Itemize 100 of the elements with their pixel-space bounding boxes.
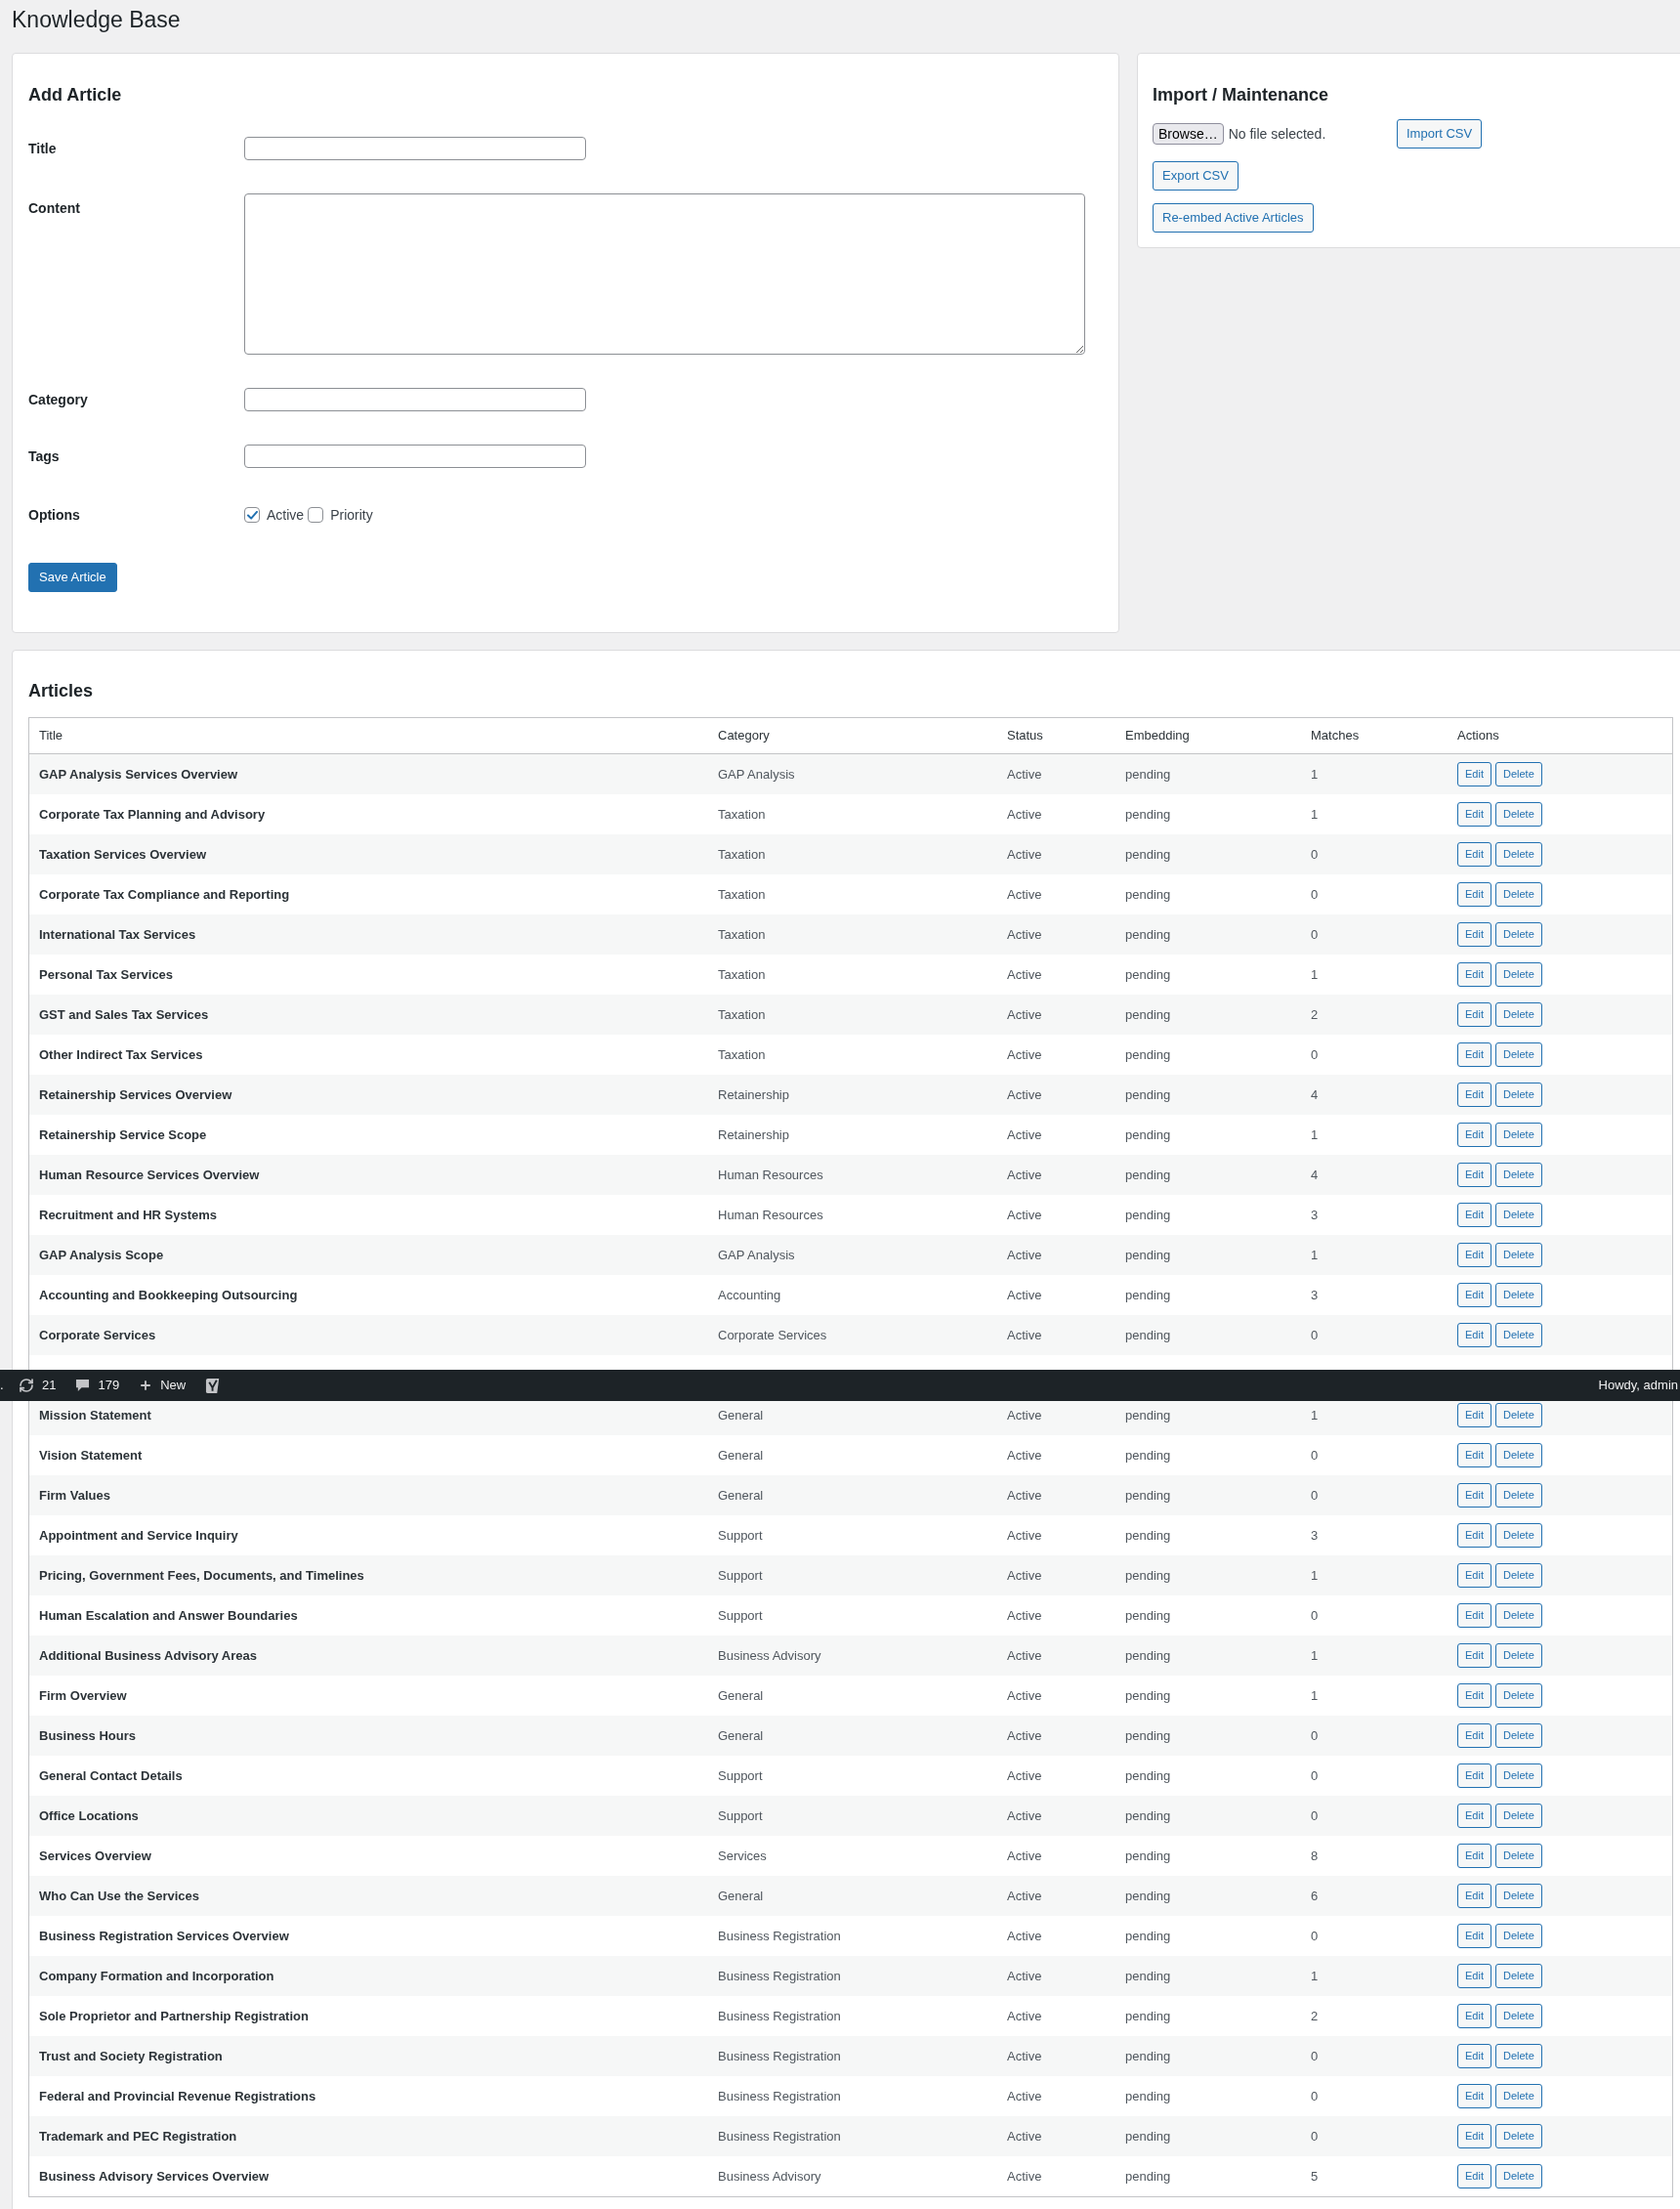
delete-button[interactable]: Delete (1494, 1683, 1542, 1708)
edit-button[interactable]: Edit (1457, 882, 1491, 907)
edit-button[interactable]: Edit (1457, 1283, 1491, 1307)
edit-button[interactable]: Edit (1457, 1002, 1491, 1027)
edit-button[interactable]: Edit (1457, 1483, 1491, 1508)
delete-button[interactable]: Delete (1494, 1403, 1542, 1427)
edit-button[interactable]: Edit (1457, 1683, 1491, 1708)
embedding-status: pending (1124, 1726, 1172, 1745)
edit-button[interactable]: Edit (1457, 2004, 1491, 2028)
account-greeting[interactable]: Howdy, admin (1598, 1376, 1680, 1395)
delete-button[interactable]: Delete (1494, 1964, 1542, 1988)
edit-button[interactable]: Edit (1457, 1243, 1491, 1267)
checkbox-label[interactable]: Active (267, 504, 305, 526)
edit-button[interactable]: Edit (1457, 1924, 1491, 1948)
delete-button[interactable]: Delete (1494, 1523, 1542, 1548)
delete-button[interactable]: Delete (1494, 1723, 1542, 1748)
delete-button[interactable]: Delete (1494, 1243, 1542, 1267)
delete-button[interactable]: Delete (1494, 762, 1542, 786)
edit-button[interactable]: Edit (1457, 1083, 1491, 1107)
browse-button[interactable]: Browse… (1153, 123, 1224, 145)
article-title: Pricing, Government Fees, Documents, and Timelines (38, 1566, 365, 1585)
delete-button[interactable]: Delete (1494, 962, 1542, 987)
match-count: 2 (1310, 1005, 1320, 1024)
delete-button[interactable]: Delete (1494, 1042, 1542, 1067)
edit-button[interactable]: Edit (1457, 1763, 1491, 1788)
edit-button[interactable]: Edit (1457, 2044, 1491, 2068)
edit-button[interactable]: Edit (1457, 1523, 1491, 1548)
updates-link[interactable]: 21 (9, 1370, 66, 1401)
embedding-status: pending (1124, 1486, 1172, 1505)
edit-button[interactable]: Edit (1457, 1844, 1491, 1868)
delete-button[interactable]: Delete (1494, 1443, 1542, 1467)
delete-button[interactable]: Delete (1494, 2164, 1542, 2188)
edit-button[interactable]: Edit (1457, 962, 1491, 987)
delete-button[interactable]: Delete (1494, 1483, 1542, 1508)
delete-button[interactable]: Delete (1494, 1083, 1542, 1107)
import-button[interactable]: Import CSV (1397, 119, 1483, 149)
delete-button[interactable]: Delete (1494, 1804, 1542, 1828)
delete-button[interactable]: Delete (1494, 1603, 1542, 1628)
category-text: Business Registration (717, 2047, 842, 2065)
match-count: 4 (1310, 1166, 1320, 1184)
column-header: Matches (1310, 727, 1361, 745)
text-field[interactable] (244, 388, 586, 411)
delete-button[interactable]: Delete (1494, 1763, 1542, 1788)
site-name-fragment[interactable]: . (0, 1376, 9, 1395)
delete-button[interactable]: Delete (1494, 922, 1542, 947)
edit-button[interactable]: Edit (1457, 1643, 1491, 1668)
edit-button[interactable]: Edit (1457, 1403, 1491, 1427)
edit-button[interactable]: Edit (1457, 922, 1491, 947)
edit-button[interactable]: Edit (1457, 762, 1491, 786)
match-count: 1 (1310, 765, 1320, 784)
edit-button[interactable]: Edit (1457, 1723, 1491, 1748)
delete-button[interactable]: Delete (1494, 1123, 1542, 1147)
text-field[interactable] (244, 137, 586, 160)
edit-button[interactable]: Edit (1457, 1964, 1491, 1988)
delete-button[interactable]: Delete (1494, 842, 1542, 867)
delete-button[interactable]: Delete (1494, 1643, 1542, 1668)
delete-button[interactable]: Delete (1494, 882, 1542, 907)
edit-button[interactable]: Edit (1457, 802, 1491, 827)
export-button[interactable]: Export CSV (1153, 161, 1239, 191)
delete-button[interactable]: Delete (1494, 1203, 1542, 1227)
edit-button[interactable]: Edit (1457, 1804, 1491, 1828)
delete-button[interactable]: Delete (1494, 2084, 1542, 2108)
delete-button[interactable]: Delete (1494, 1163, 1542, 1187)
edit-button[interactable]: Edit (1457, 1884, 1491, 1908)
re-embed-button[interactable]: Re-embed Active Articles (1153, 203, 1314, 233)
checkbox[interactable] (244, 507, 260, 523)
edit-button[interactable]: Edit (1457, 2164, 1491, 2188)
edit-button[interactable]: Edit (1457, 2124, 1491, 2148)
delete-button[interactable]: Delete (1494, 2124, 1542, 2148)
text-field[interactable] (244, 445, 586, 468)
field-label: Options (28, 506, 81, 524)
delete-button[interactable]: Delete (1494, 1924, 1542, 1948)
delete-button[interactable]: Delete (1494, 802, 1542, 827)
save-button[interactable]: Save Article (28, 563, 117, 592)
delete-button[interactable]: Delete (1494, 1884, 1542, 1908)
edit-button[interactable]: Edit (1457, 1163, 1491, 1187)
edit-button[interactable]: Edit (1457, 1203, 1491, 1227)
delete-button[interactable]: Delete (1494, 1563, 1542, 1588)
comments-link[interactable]: 179 (65, 1370, 130, 1401)
edit-button[interactable]: Edit (1457, 1603, 1491, 1628)
delete-button[interactable]: Delete (1494, 2004, 1542, 2028)
delete-button[interactable]: Delete (1494, 1323, 1542, 1347)
edit-button[interactable]: Edit (1457, 2084, 1491, 2108)
edit-button[interactable]: Edit (1457, 1443, 1491, 1467)
status-text: Active (1006, 885, 1043, 904)
delete-button[interactable]: Delete (1494, 1002, 1542, 1027)
checkbox-label[interactable]: Priority (330, 504, 373, 526)
new-content-link[interactable]: New (129, 1370, 196, 1401)
delete-button[interactable]: Delete (1494, 1844, 1542, 1868)
edit-button[interactable]: Edit (1457, 842, 1491, 867)
checkbox[interactable] (308, 507, 324, 523)
edit-button[interactable]: Edit (1457, 1323, 1491, 1347)
delete-button[interactable]: Delete (1494, 2044, 1542, 2068)
edit-button[interactable]: Edit (1457, 1042, 1491, 1067)
delete-button[interactable]: Delete (1494, 1283, 1542, 1307)
edit-button[interactable]: Edit (1457, 1123, 1491, 1147)
embedding-status: pending (1124, 805, 1172, 824)
article-title: GAP Analysis Scope (38, 1246, 165, 1264)
edit-button[interactable]: Edit (1457, 1563, 1491, 1588)
embedding-status: pending (1124, 1005, 1172, 1024)
